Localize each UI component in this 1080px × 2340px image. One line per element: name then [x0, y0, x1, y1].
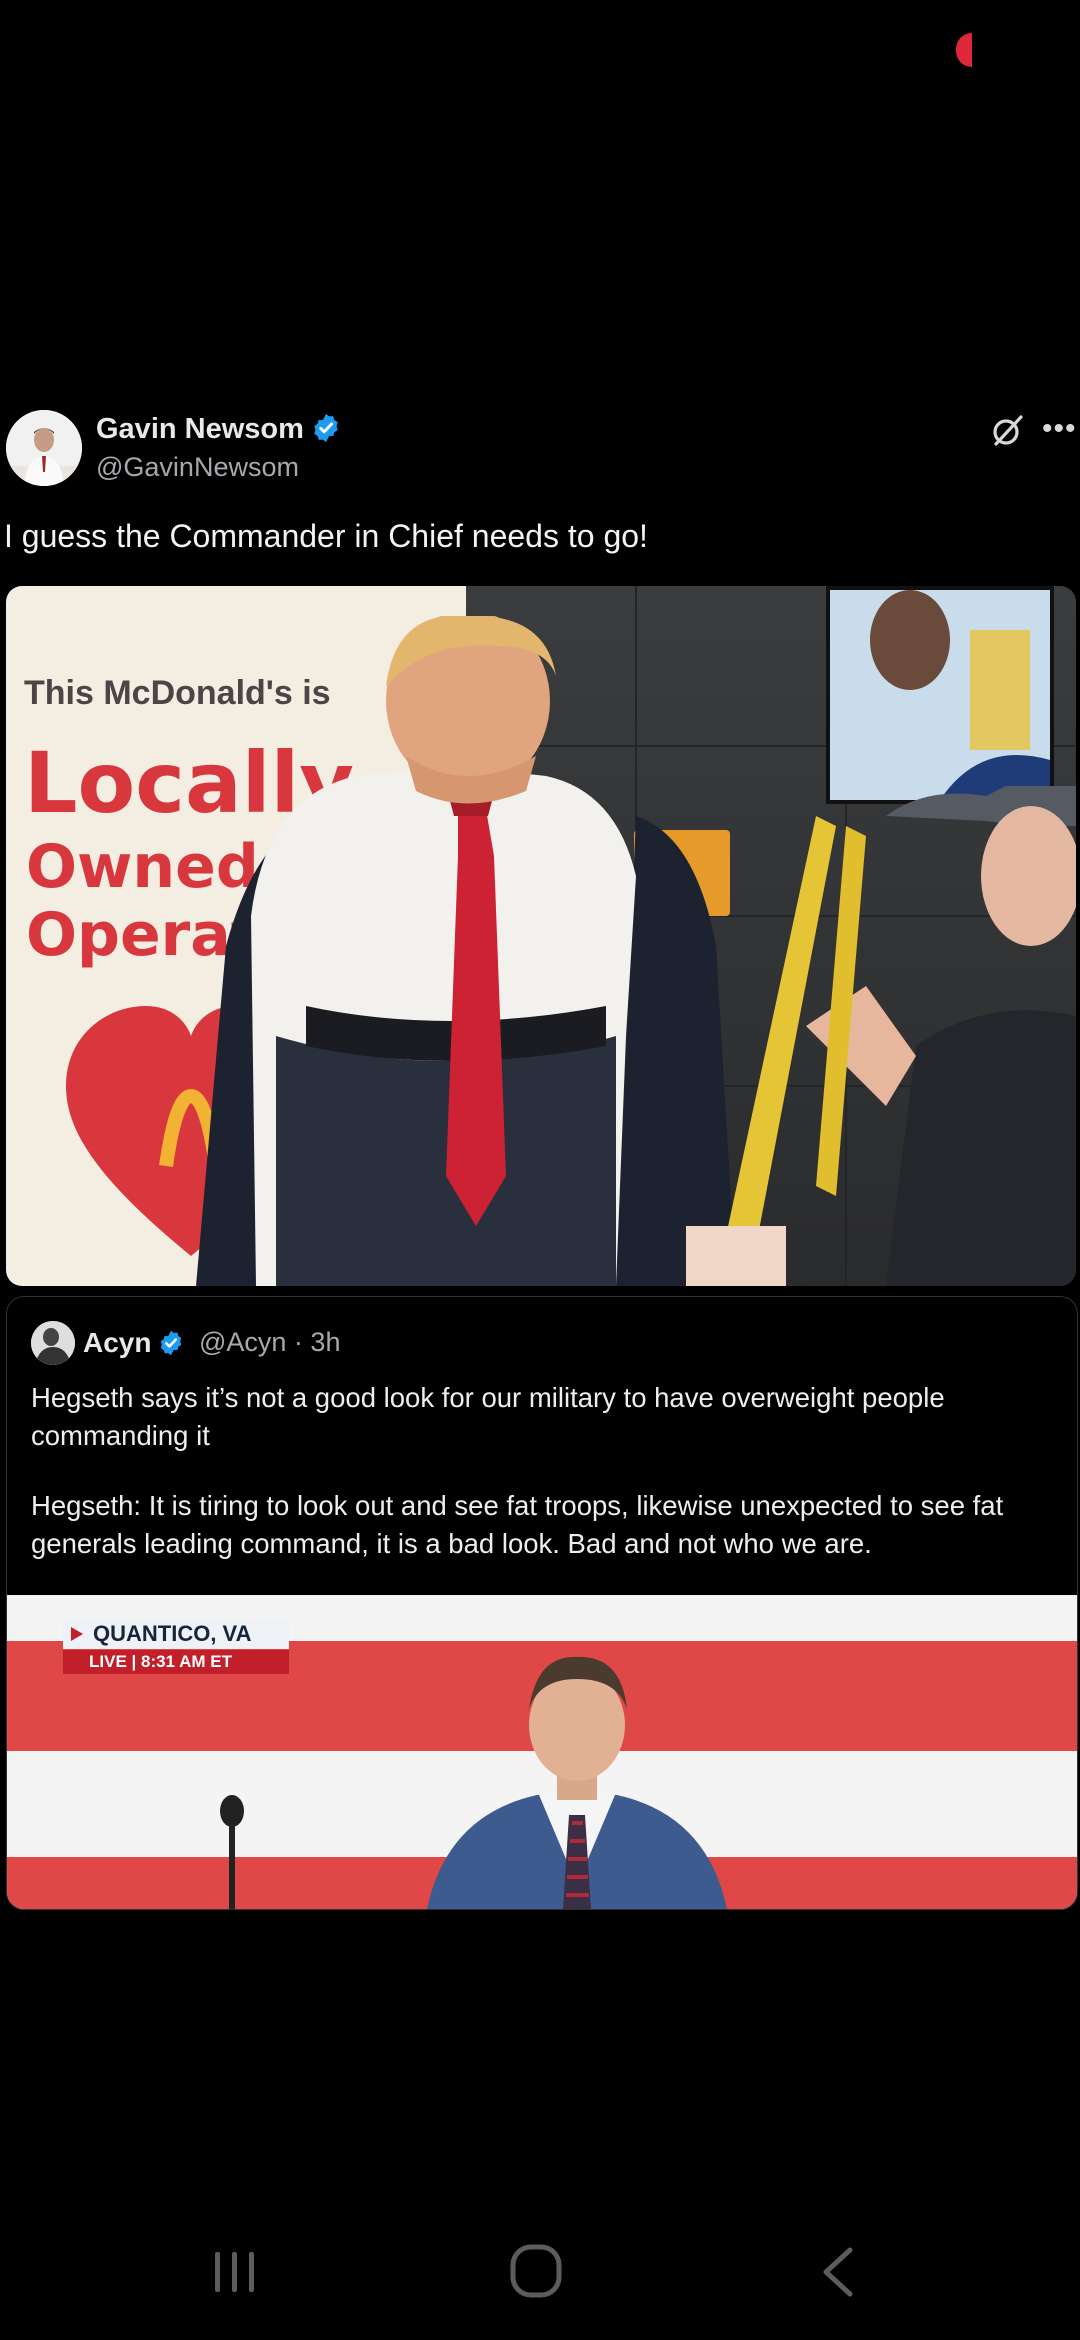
grok-icon[interactable]: [990, 414, 1024, 448]
quoted-text-2: Hegseth: It is tiring to look out and se…: [31, 1490, 1004, 1559]
back-icon[interactable]: [820, 2246, 856, 2298]
quoted-author-name[interactable]: Acyn: [83, 1327, 185, 1359]
more-icon[interactable]: •••: [1042, 412, 1077, 446]
quoted-tweet[interactable]: Acyn @Acyn · 3h Hegseth says it’s not a …: [6, 1296, 1078, 1910]
recent-apps-icon[interactable]: [212, 2250, 258, 2294]
wall-monitor: [826, 586, 1054, 804]
avatar[interactable]: [6, 410, 82, 486]
microphone-icon: [220, 1795, 244, 1909]
person-figure: [196, 616, 736, 1286]
author-handle[interactable]: @GavinNewsom: [96, 452, 299, 483]
verified-badge-icon: [314, 414, 338, 442]
server-figure: [686, 786, 1076, 1286]
tweet-text: I guess the Commander in Chief needs to …: [4, 518, 648, 554]
tweet-photo[interactable]: This McDonald's is Locally Owned a Opera…: [6, 586, 1076, 1286]
chyron-location: QUANTICO, VA: [63, 1619, 289, 1649]
quoted-video[interactable]: QUANTICO, VA LIVE | 8:31 AM ET: [7, 1595, 1077, 1909]
news-chyron: QUANTICO, VA LIVE | 8:31 AM ET: [63, 1619, 289, 1677]
quoted-author-name-text[interactable]: Acyn: [83, 1327, 151, 1358]
play-arrow-icon: [71, 1627, 83, 1641]
speaker-figure: [427, 1656, 727, 1909]
quoted-text-1: Hegseth says it’s not a good look for ou…: [31, 1382, 945, 1451]
verified-badge-icon: [161, 1330, 182, 1356]
quoted-avatar[interactable]: [31, 1321, 75, 1365]
recording-indicator: [956, 33, 972, 67]
quoted-meta: @Acyn · 3h: [199, 1327, 341, 1357]
chyron-live: LIVE | 8:31 AM ET: [63, 1650, 289, 1674]
author-name[interactable]: Gavin Newsom: [96, 412, 342, 446]
home-icon[interactable]: [510, 2244, 562, 2298]
author-name-text[interactable]: Gavin Newsom: [96, 413, 304, 445]
